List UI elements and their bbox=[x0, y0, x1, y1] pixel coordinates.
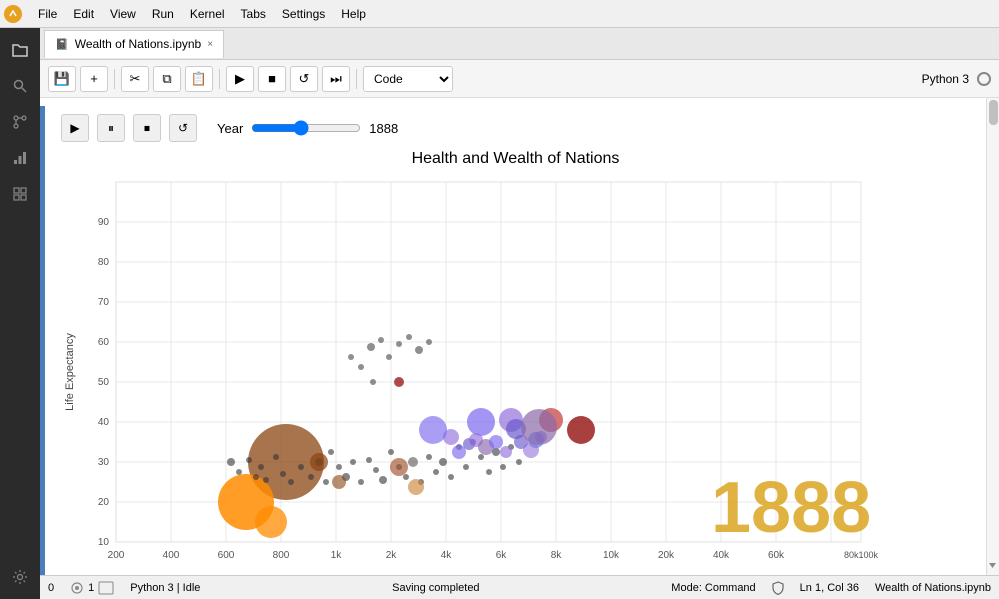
separator-2 bbox=[219, 69, 220, 89]
svg-text:2k: 2k bbox=[386, 550, 398, 561]
scrollbar-arrow-down[interactable] bbox=[986, 559, 999, 575]
menu-help[interactable]: Help bbox=[333, 5, 374, 23]
scrollbar-thumb bbox=[989, 100, 998, 125]
tab-close-button[interactable]: × bbox=[207, 39, 213, 50]
menu-run[interactable]: Run bbox=[144, 5, 182, 23]
scatter-chart: 10 20 30 40 50 60 70 80 90 bbox=[61, 172, 881, 572]
save-button[interactable]: 💾 bbox=[48, 66, 76, 92]
sidebar-icon-folder[interactable] bbox=[6, 36, 34, 64]
status-bar: 0 1 Python 3 | Idle Saving completed Mod… bbox=[40, 575, 999, 599]
toolbar: 💾 + ✂ ⧉ 📋 ▶ ■ ↺ ⏭ Code Markdown Raw Pyth bbox=[40, 60, 999, 98]
menu-view[interactable]: View bbox=[102, 5, 144, 23]
tab-bar: 📓 Wealth of Nations.ipynb × bbox=[40, 28, 999, 60]
year-slider[interactable] bbox=[251, 120, 361, 136]
svg-text:800: 800 bbox=[273, 550, 290, 561]
sidebar-icon-settings[interactable] bbox=[6, 563, 34, 591]
kernel-status-text: Python 3 | Idle bbox=[130, 582, 200, 594]
svg-text:30: 30 bbox=[98, 457, 110, 468]
sidebar-icon-source-control[interactable] bbox=[6, 108, 34, 136]
run-button[interactable]: ▶ bbox=[226, 66, 254, 92]
menu-settings[interactable]: Settings bbox=[274, 5, 333, 23]
sidebar-icon-data[interactable] bbox=[6, 144, 34, 172]
cell-type-select[interactable]: Code Markdown Raw bbox=[363, 66, 453, 92]
fast-forward-button[interactable]: ⏭ bbox=[322, 66, 350, 92]
menu-file[interactable]: File bbox=[30, 5, 65, 23]
cut-button[interactable]: ✂ bbox=[121, 66, 149, 92]
svg-text:20: 20 bbox=[98, 497, 110, 508]
widget-controls: ▶ ⏸ ⏹ ↺ Year 1888 bbox=[61, 110, 970, 150]
shield-icon bbox=[772, 581, 784, 595]
restart-button[interactable]: ↺ bbox=[290, 66, 318, 92]
svg-text:40: 40 bbox=[98, 417, 110, 428]
cell-icon bbox=[98, 581, 114, 595]
tab-title: Wealth of Nations.ipynb bbox=[75, 37, 202, 51]
status-mode-number: 0 bbox=[48, 582, 54, 594]
kernel-status-left: 1 bbox=[70, 581, 114, 595]
notebook-cells: ▶ ⏸ ⏹ ↺ Year 1888 Health and Wealth of N… bbox=[40, 98, 986, 575]
security-indicator bbox=[772, 581, 784, 595]
svg-text:6k: 6k bbox=[496, 550, 508, 561]
menubar: File Edit View Run Kernel Tabs Settings … bbox=[0, 0, 999, 28]
save-status: Saving completed bbox=[392, 582, 479, 594]
menu-tabs[interactable]: Tabs bbox=[233, 5, 274, 23]
chart-title: Health and Wealth of Nations bbox=[61, 150, 970, 168]
svg-text:20k: 20k bbox=[658, 550, 675, 561]
svg-text:1888: 1888 bbox=[711, 468, 871, 548]
svg-text:50: 50 bbox=[98, 377, 110, 388]
svg-text:600: 600 bbox=[218, 550, 235, 561]
kernel-status-indicator bbox=[977, 72, 991, 86]
svg-text:400: 400 bbox=[163, 550, 180, 561]
svg-text:10k: 10k bbox=[603, 550, 620, 561]
svg-text:10: 10 bbox=[98, 537, 110, 548]
svg-text:70: 70 bbox=[98, 297, 110, 308]
cursor-position: Ln 1, Col 36 bbox=[800, 582, 859, 594]
right-scrollbar[interactable] bbox=[986, 98, 999, 575]
svg-text:60k: 60k bbox=[768, 550, 785, 561]
app-logo bbox=[4, 5, 22, 23]
notebook-tab[interactable]: 📓 Wealth of Nations.ipynb × bbox=[44, 30, 224, 58]
sidebar-icon-search[interactable] bbox=[6, 72, 34, 100]
main-content: 📓 Wealth of Nations.ipynb × 💾 + ✂ ⧉ 📋 ▶ … bbox=[40, 28, 999, 599]
menu-edit[interactable]: Edit bbox=[65, 5, 102, 23]
kernel-name: Python 3 bbox=[922, 72, 969, 86]
year-display: 1888 bbox=[369, 121, 398, 136]
cell-number: 1 bbox=[88, 582, 94, 594]
svg-text:Life Expectancy: Life Expectancy bbox=[64, 333, 76, 411]
play-button[interactable]: ▶ bbox=[61, 114, 89, 142]
svg-text:40k: 40k bbox=[713, 550, 730, 561]
interrupt-button[interactable]: ■ bbox=[258, 66, 286, 92]
stop-button[interactable]: ⏹ bbox=[133, 114, 161, 142]
year-label: Year bbox=[217, 121, 243, 136]
mode-status: Mode: Command bbox=[671, 582, 755, 594]
separator-3 bbox=[356, 69, 357, 89]
svg-text:4k: 4k bbox=[441, 550, 453, 561]
cell-body: ▶ ⏸ ⏹ ↺ Year 1888 Health and Wealth of N… bbox=[45, 106, 986, 575]
chart-container: Health and Wealth of Nations bbox=[61, 150, 970, 575]
svg-text:80k100k: 80k100k bbox=[844, 550, 879, 560]
notebook-name: Wealth of Nations.ipynb bbox=[875, 582, 991, 594]
kernel-icon bbox=[70, 581, 84, 595]
add-cell-button[interactable]: + bbox=[80, 66, 108, 92]
svg-text:60: 60 bbox=[98, 337, 110, 348]
separator-1 bbox=[114, 69, 115, 89]
replay-button[interactable]: ↺ bbox=[169, 114, 197, 142]
svg-text:8k: 8k bbox=[551, 550, 563, 561]
svg-text:80: 80 bbox=[98, 257, 110, 268]
svg-text:200: 200 bbox=[108, 550, 125, 561]
pause-button[interactable]: ⏸ bbox=[97, 114, 125, 142]
sidebar-icon-extensions[interactable] bbox=[6, 180, 34, 208]
svg-text:1k: 1k bbox=[331, 550, 343, 561]
svg-text:90: 90 bbox=[98, 217, 110, 228]
notebook-scroll-area: ▶ ⏸ ⏹ ↺ Year 1888 Health and Wealth of N… bbox=[40, 98, 999, 575]
copy-button[interactable]: ⧉ bbox=[153, 66, 181, 92]
paste-button[interactable]: 📋 bbox=[185, 66, 213, 92]
active-cell: ▶ ⏸ ⏹ ↺ Year 1888 Health and Wealth of N… bbox=[40, 106, 986, 575]
menu-kernel[interactable]: Kernel bbox=[182, 5, 233, 23]
toolbar-right: Python 3 bbox=[922, 72, 991, 86]
sidebar bbox=[0, 28, 40, 599]
